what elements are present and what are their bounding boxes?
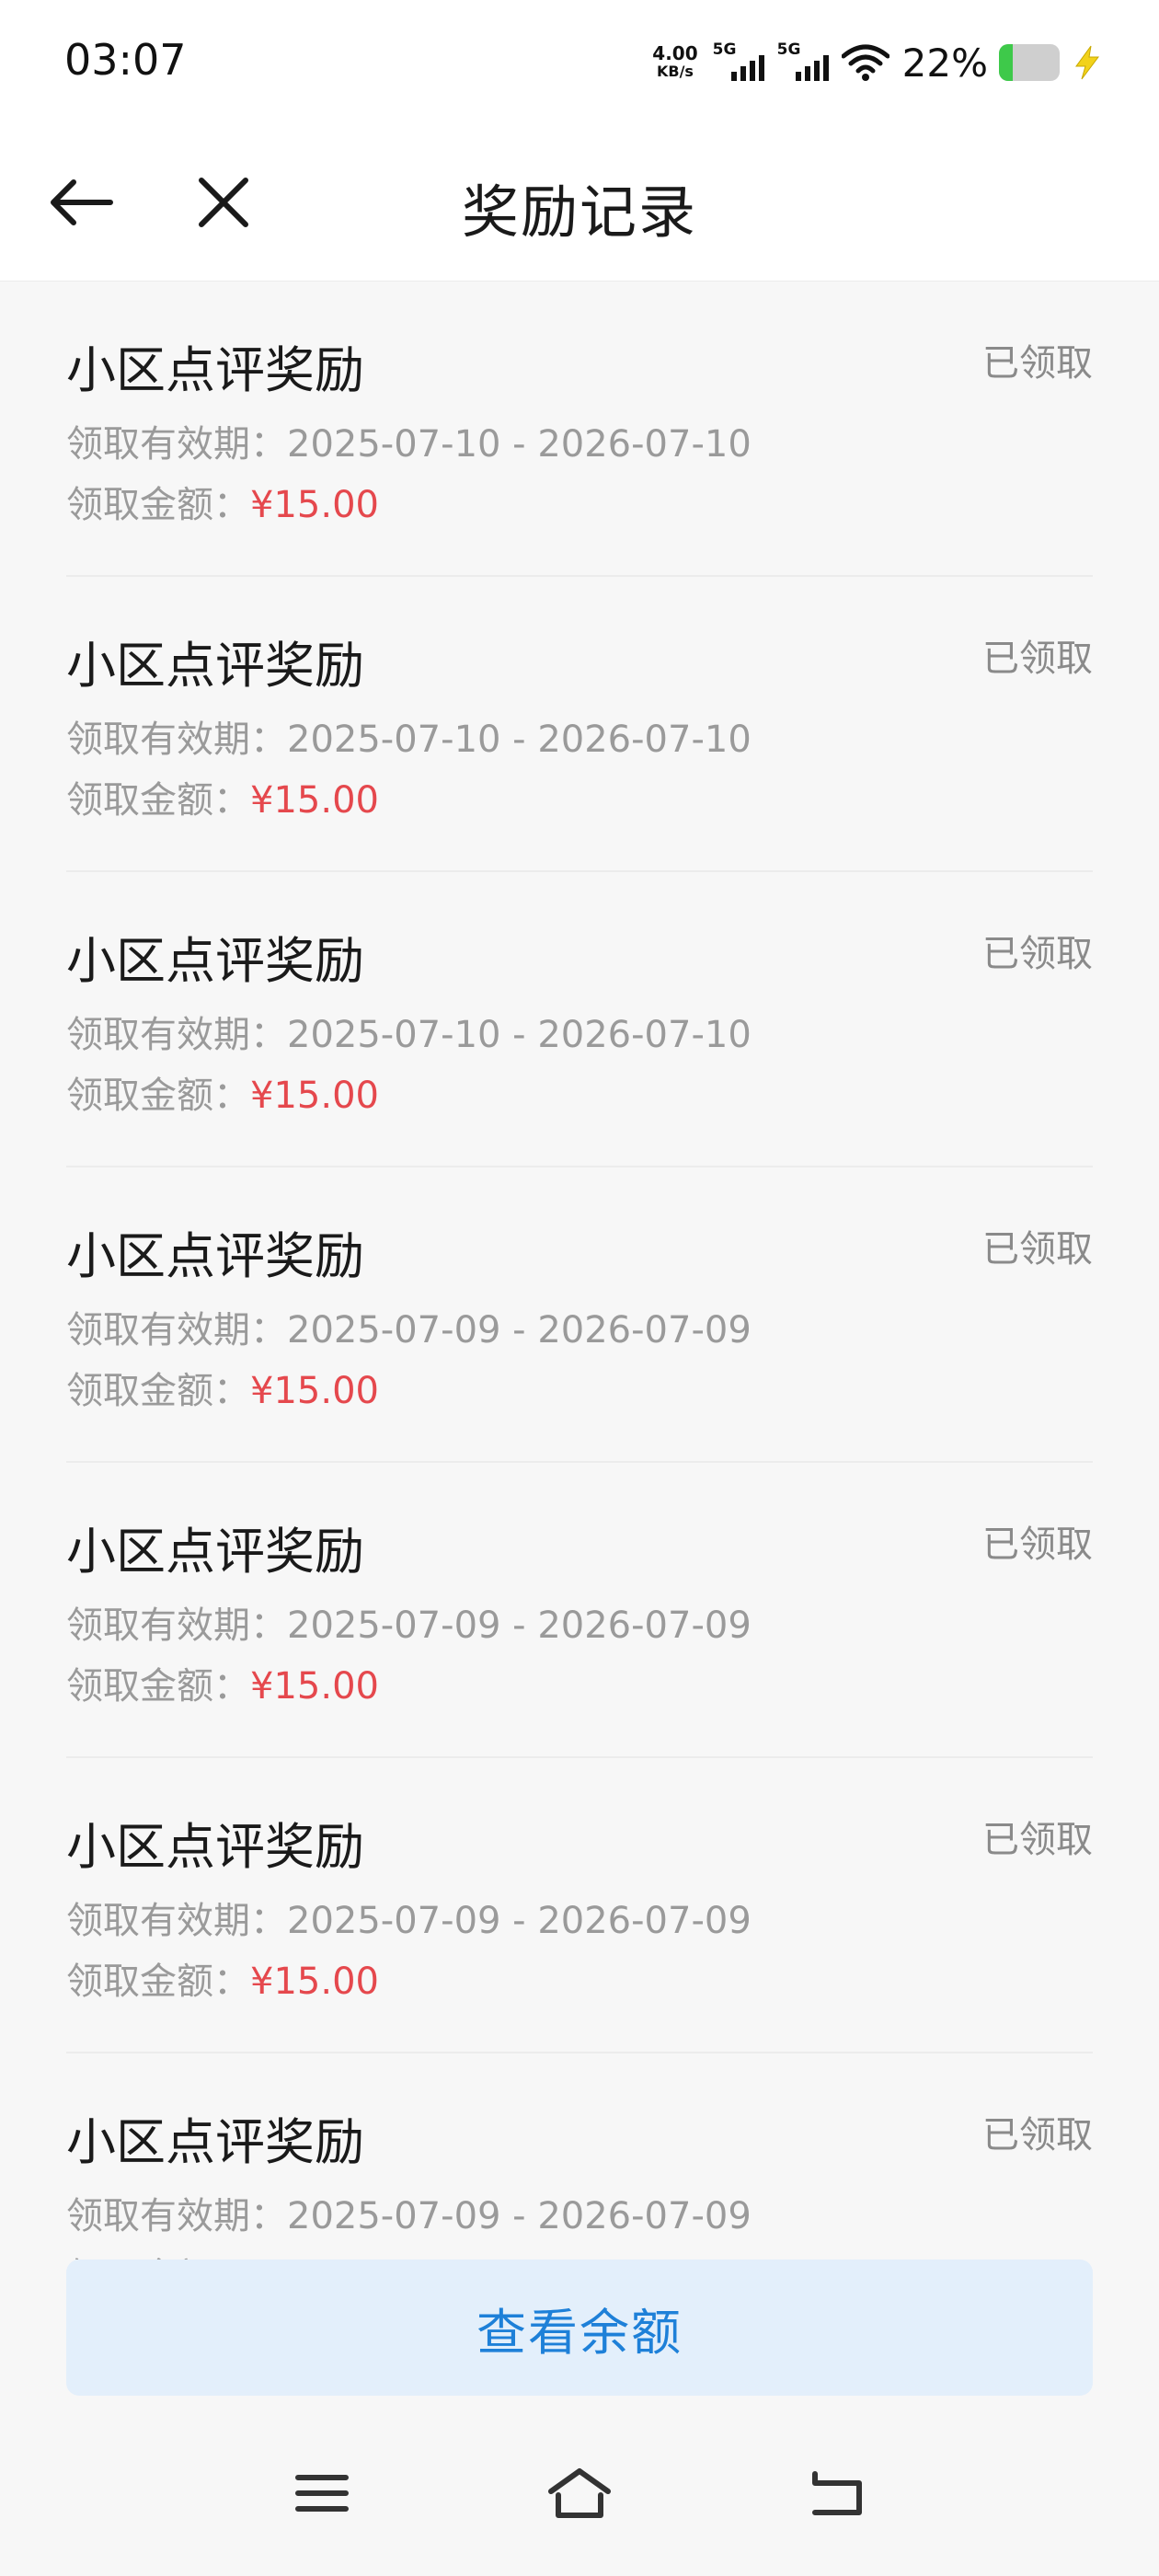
- record-status: 已领取: [982, 638, 1093, 680]
- signal-1-icon: 5G: [713, 40, 764, 85]
- record-amount: 领取金额：¥15.00: [66, 1361, 379, 1414]
- record-status: 已领取: [982, 1228, 1093, 1271]
- reward-record-item[interactable]: 小区点评奖励 已领取 领取有效期：2025-07-10 - 2026-07-10 领取…: [66, 282, 1093, 577]
- reward-record-item[interactable]: 小区点评奖励已领取领取有效期：2025-07-09 - 2026-07-09领取…: [66, 1758, 1093, 2053]
- record-title: 小区点评奖励: [66, 2113, 364, 2171]
- network-speed: 4.00 KB/s: [652, 44, 697, 81]
- record-amount: 领取金额：¥15.00: [66, 2247, 379, 2260]
- record-validity: 领取有效期：2025-07-09 - 2026-07-09: [66, 2186, 752, 2239]
- network-speed-unit: KB/s: [656, 63, 694, 80]
- validity-label: 领取有效期：: [66, 1014, 287, 1056]
- record-title: 小区点评奖励: [66, 637, 364, 695]
- record-amount: 领取金额：¥15.00: [66, 475, 379, 528]
- validity-label: 领取有效期：: [66, 1900, 287, 1942]
- record-validity: 领取有效期：2025-07-10 - 2026-07-10: [66, 709, 752, 763]
- status-time: 03:07: [64, 35, 187, 85]
- reward-record-item[interactable]: 小区点评奖励已领取领取有效期：2025-07-09 - 2026-07-09领取…: [66, 1167, 1093, 1463]
- wifi-icon: [841, 44, 889, 81]
- amount-value: ¥15.00: [250, 1665, 379, 1708]
- record-validity: 领取有效期：2025-07-10 - 2026-07-10: [66, 414, 752, 467]
- record-amount: 领取金额：¥15.00: [66, 770, 379, 823]
- amount-value: ¥15.00: [250, 1370, 379, 1412]
- record-title: 小区点评奖励: [66, 1818, 364, 1876]
- record-status: 已领取: [982, 342, 1093, 385]
- amount-label: 领取金额：: [66, 484, 250, 526]
- record-validity: 领取有效期：2025-07-10 - 2026-07-10: [66, 1005, 752, 1058]
- back-icon: [812, 2471, 862, 2515]
- record-validity: 领取有效期：2025-07-09 - 2026-07-09: [66, 1595, 752, 1649]
- status-bar: 03:07 4.00 KB/s 5G 5G 22%: [0, 0, 1159, 129]
- amount-label: 领取金额：: [66, 1961, 250, 2003]
- amount-label: 领取金额：: [66, 1665, 250, 1708]
- nav-home-button[interactable]: [529, 2447, 630, 2539]
- page-title: 奖励记录: [461, 178, 697, 246]
- validity-value: 2025-07-09 - 2026-07-09: [287, 2195, 752, 2237]
- amount-value: ¥15.00: [250, 1961, 379, 2003]
- battery-icon: [999, 44, 1060, 81]
- record-status: 已领取: [982, 2114, 1093, 2156]
- record-validity: 领取有效期：2025-07-09 - 2026-07-09: [66, 1300, 752, 1353]
- validity-label: 领取有效期：: [66, 1309, 287, 1351]
- reward-record-list[interactable]: 小区点评奖励 已领取 领取有效期：2025-07-10 - 2026-07-10 领取…: [66, 282, 1093, 2260]
- reward-record-item[interactable]: 小区点评奖励已领取领取有效期：2025-07-09 - 2026-07-09领取…: [66, 2053, 1093, 2260]
- record-status: 已领取: [982, 1524, 1093, 1566]
- record-title: 小区点评奖励: [66, 1227, 364, 1285]
- reward-record-item[interactable]: 小区点评奖励 已领取 领取有效期：2025-07-10 - 2026-07-10 领取…: [66, 577, 1093, 872]
- record-amount: 领取金额：¥15.00: [66, 1656, 379, 1709]
- record-amount: 领取金额：¥15.00: [66, 1065, 379, 1119]
- amount-label: 领取金额：: [66, 1370, 250, 1412]
- system-nav-bar: [0, 2420, 1159, 2576]
- validity-value: 2025-07-09 - 2026-07-09: [287, 1604, 752, 1647]
- validity-value: 2025-07-10 - 2026-07-10: [287, 423, 752, 466]
- validity-label: 领取有效期：: [66, 423, 287, 466]
- validity-label: 领取有效期：: [66, 1604, 287, 1647]
- nav-back-button[interactable]: [786, 2447, 888, 2539]
- record-status: 已领取: [982, 933, 1093, 975]
- view-balance-button[interactable]: 查看余额: [66, 2260, 1093, 2396]
- amount-value: ¥15.00: [250, 779, 379, 822]
- menu-icon: [295, 2475, 349, 2512]
- record-amount: 领取金额：¥15.00: [66, 1951, 379, 2005]
- status-icons: 4.00 KB/s 5G 5G 22%: [652, 37, 1104, 88]
- home-icon: [548, 2468, 611, 2518]
- validity-value: 2025-07-09 - 2026-07-09: [287, 1309, 752, 1351]
- amount-label: 领取金额：: [66, 779, 250, 822]
- app-header: 奖励记录: [0, 129, 1159, 282]
- validity-value: 2025-07-10 - 2026-07-10: [287, 719, 752, 761]
- validity-value: 2025-07-09 - 2026-07-09: [287, 1900, 752, 1942]
- record-status: 已领取: [982, 1819, 1093, 1861]
- validity-label: 领取有效期：: [66, 2195, 287, 2237]
- validity-value: 2025-07-10 - 2026-07-10: [287, 1014, 752, 1056]
- battery-percent: 22%: [901, 40, 988, 86]
- signal-2-icon: 5G: [777, 40, 829, 85]
- amount-value: ¥15.00: [250, 1075, 379, 1117]
- reward-record-item[interactable]: 小区点评奖励已领取领取有效期：2025-07-09 - 2026-07-09领取…: [66, 1463, 1093, 1758]
- charging-bolt-icon: [1075, 45, 1099, 80]
- nav-menu-button[interactable]: [271, 2447, 373, 2539]
- network-speed-value: 4.00: [652, 42, 698, 64]
- record-title: 小区点评奖励: [66, 1523, 364, 1581]
- amount-label: 领取金额：: [66, 1075, 250, 1117]
- record-title: 小区点评奖励: [66, 932, 364, 990]
- validity-label: 领取有效期：: [66, 719, 287, 761]
- record-title: 小区点评奖励: [66, 341, 364, 399]
- reward-record-item[interactable]: 小区点评奖励 已领取 领取有效期：2025-07-10 - 2026-07-10 领取…: [66, 872, 1093, 1167]
- amount-value: ¥15.00: [250, 484, 379, 526]
- record-validity: 领取有效期：2025-07-09 - 2026-07-09: [66, 1891, 752, 1944]
